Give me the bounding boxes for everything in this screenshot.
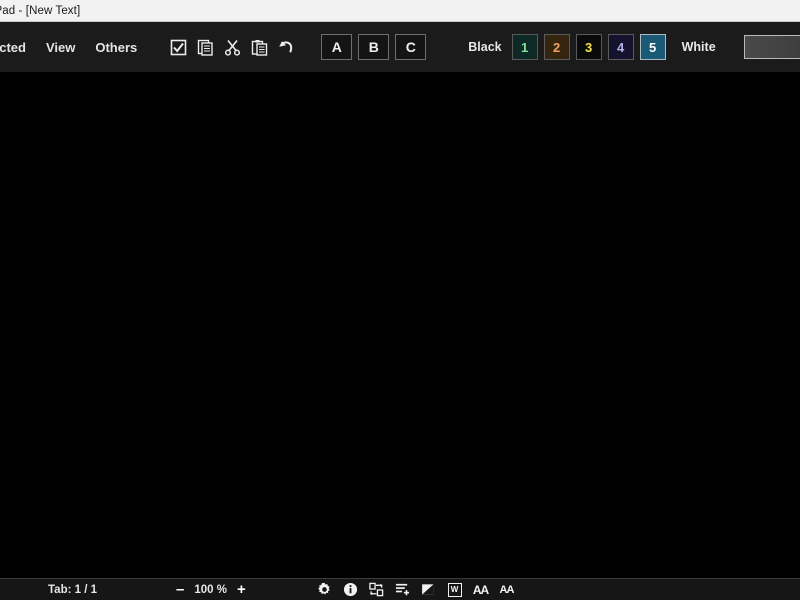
color-palette: Black 1 2 3 4 5 White: [458, 34, 800, 60]
menu-selected[interactable]: ected: [0, 36, 36, 59]
word-wrap-label: W: [447, 582, 462, 597]
main-toolbar: ected View Others: [0, 22, 800, 72]
color-swatch-3-label: 3: [585, 39, 593, 55]
cut-icon[interactable]: [223, 38, 241, 56]
window-title: ePad - [New Text]: [0, 4, 81, 17]
palette-label-black: Black: [468, 40, 502, 54]
style-button-group: A B C: [321, 34, 427, 60]
color-swatch-4-label: 4: [617, 39, 625, 55]
menu-others[interactable]: Others: [85, 36, 147, 59]
paste-icon[interactable]: [250, 38, 268, 56]
title-bar: ePad - [New Text]: [0, 0, 800, 22]
menu-bar: ected View Others: [0, 36, 147, 59]
application-window: ePad - [New Text] ected View Others: [0, 0, 800, 600]
undo-icon[interactable]: [277, 38, 295, 56]
zoom-in-button[interactable]: +: [237, 582, 246, 597]
copy-icon[interactable]: [196, 38, 214, 56]
zoom-controls: – 100 % +: [176, 582, 246, 597]
status-icon-group: W AA AA: [316, 582, 515, 598]
color-swatch-2-label: 2: [553, 39, 561, 55]
tab-indicator: Tab: 1 / 1: [48, 583, 97, 596]
edit-icon-group: [169, 38, 295, 56]
contrast-icon[interactable]: [420, 582, 437, 598]
text-editor-canvas[interactable]: [0, 72, 800, 578]
color-swatch-5-label: 5: [649, 39, 657, 55]
gear-icon[interactable]: [316, 582, 333, 598]
status-bar: Tab: 1 / 1 – 100 % + W AA AA: [0, 578, 800, 600]
font-increase-icon[interactable]: AA: [472, 582, 489, 598]
menu-view[interactable]: View: [36, 36, 85, 59]
sync-icon[interactable]: [368, 582, 385, 598]
word-wrap-icon[interactable]: W: [446, 582, 463, 598]
style-button-a[interactable]: A: [321, 34, 353, 60]
select-all-icon[interactable]: [169, 38, 187, 56]
font-increase-label: AA: [472, 582, 489, 597]
list-add-icon[interactable]: [394, 582, 411, 598]
zoom-level-value: 100 %: [194, 583, 227, 596]
color-swatch-2[interactable]: 2: [543, 34, 570, 60]
style-button-b[interactable]: B: [358, 34, 390, 60]
color-swatch-5[interactable]: 5: [639, 34, 666, 60]
info-icon[interactable]: [342, 582, 359, 598]
color-swatch-3[interactable]: 3: [575, 34, 602, 60]
color-swatch-1-label: 1: [521, 39, 529, 55]
color-swatch-4[interactable]: 4: [607, 34, 634, 60]
font-decrease-icon[interactable]: AA: [498, 582, 515, 598]
font-decrease-label: AA: [499, 583, 515, 596]
palette-label-white: White: [681, 40, 716, 54]
style-button-c[interactable]: C: [395, 34, 427, 60]
color-gradient-bar[interactable]: [743, 35, 800, 59]
color-swatch-1[interactable]: 1: [511, 34, 538, 60]
zoom-out-button[interactable]: –: [176, 582, 184, 597]
